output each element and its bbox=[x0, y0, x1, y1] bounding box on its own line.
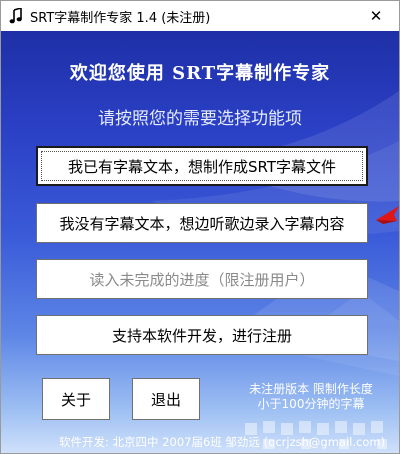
close-button[interactable]: ✕ bbox=[353, 1, 399, 31]
register-button-label: 支持本软件开发，进行注册 bbox=[111, 326, 292, 345]
have-text-button[interactable]: 我已有字幕文本，想制作成SRT字幕文件 bbox=[36, 146, 368, 186]
title-bar[interactable]: SRT字幕制作专家 1.4 (未注册) ✕ bbox=[1, 1, 399, 31]
load-progress-button[interactable]: 读入未完成的进度（限注册用户） bbox=[36, 259, 368, 299]
choose-function-label: 请按照您的需要选择功能项 bbox=[98, 109, 302, 129]
unregistered-note: 未注册版本 限制作长度 小于100分钟的字幕 bbox=[227, 382, 395, 412]
main-panel: 欢迎您使用 SRT字幕制作专家 请按照您的需要选择功能项 我已有字幕文本，想制作… bbox=[1, 31, 399, 453]
exit-button[interactable]: 退出 bbox=[132, 378, 200, 420]
load-progress-button-label: 读入未完成的进度（限注册用户） bbox=[89, 270, 315, 289]
about-button[interactable]: 关于 bbox=[42, 378, 110, 420]
no-text-button[interactable]: 我没有字幕文本，想边听歌边录入字幕内容 bbox=[36, 203, 368, 243]
no-text-button-label: 我没有字幕文本，想边听歌边录入字幕内容 bbox=[59, 214, 345, 233]
music-note-icon bbox=[7, 7, 25, 25]
note-line-2: 小于100分钟的字幕 bbox=[257, 397, 365, 411]
about-button-label: 关于 bbox=[60, 390, 91, 409]
red-arrow-icon bbox=[376, 206, 399, 224]
app-window: SRT字幕制作专家 1.4 (未注册) ✕ 欢迎您使用 SRT字幕制作专家 请按… bbox=[0, 0, 400, 454]
window-title: SRT字幕制作专家 1.4 (未注册) bbox=[30, 10, 211, 26]
developer-credit: 软件开发: 北京四中 2007届6班 邹劲远 (qcrjzsh@gmail.co… bbox=[59, 435, 386, 449]
register-button[interactable]: 支持本软件开发，进行注册 bbox=[36, 315, 368, 355]
focus-ring bbox=[41, 151, 363, 181]
close-icon: ✕ bbox=[369, 7, 383, 25]
welcome-heading: 欢迎您使用 SRT字幕制作专家 bbox=[69, 63, 331, 84]
exit-button-label: 退出 bbox=[150, 390, 181, 409]
note-line-1: 未注册版本 限制作长度 bbox=[249, 382, 373, 396]
